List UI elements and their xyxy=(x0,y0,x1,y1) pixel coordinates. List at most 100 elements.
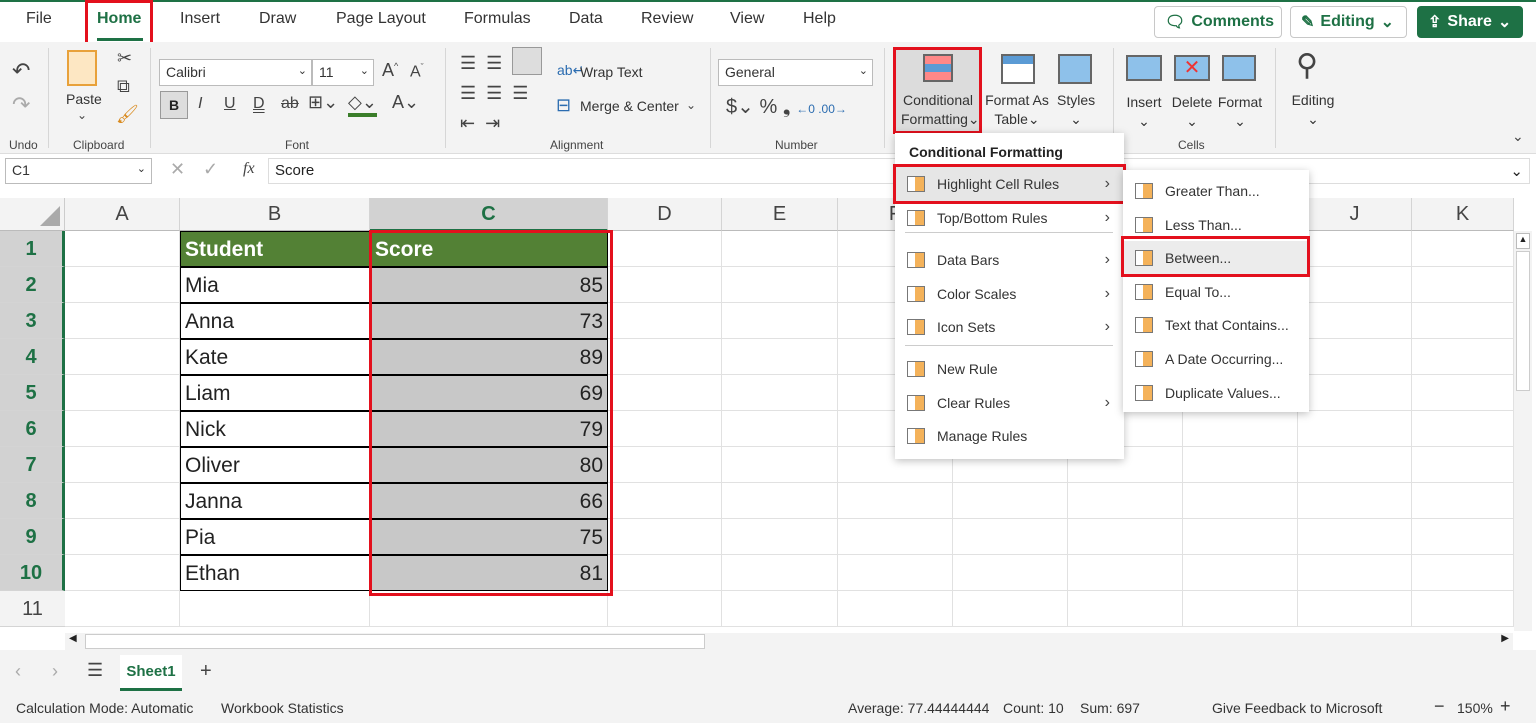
fill-color-icon[interactable]: ◇⌄ xyxy=(348,92,377,117)
prev-sheet-icon[interactable]: ‹ xyxy=(15,661,21,682)
number-format-icons[interactable]: $⌄ % ❟ ←0 .00→ xyxy=(726,94,847,119)
borders-icon[interactable]: ⊞⌄ xyxy=(308,92,338,113)
menu-item-color-scales[interactable]: Color Scales › xyxy=(895,277,1124,311)
copy-icon[interactable]: ⧉ xyxy=(117,76,130,97)
cell[interactable] xyxy=(953,555,1068,591)
double-underline-button[interactable]: D xyxy=(253,95,265,113)
cell[interactable] xyxy=(65,231,180,267)
redo-icon[interactable]: ↷ xyxy=(12,92,30,118)
cell[interactable] xyxy=(1183,519,1298,555)
insert-cells-button[interactable]: Insert ⌄ xyxy=(1125,93,1163,131)
student-cell[interactable]: Oliver xyxy=(180,447,370,483)
cell[interactable] xyxy=(722,339,838,375)
table-header-student[interactable]: Student xyxy=(180,231,370,267)
cell[interactable] xyxy=(1412,447,1514,483)
submenu-item-greater-than[interactable]: Greater Than... xyxy=(1123,174,1309,208)
score-cell[interactable]: 85 xyxy=(370,267,608,303)
cell[interactable] xyxy=(722,231,838,267)
cell[interactable] xyxy=(1412,339,1514,375)
student-cell[interactable]: Janna xyxy=(180,483,370,519)
tab-file[interactable]: File xyxy=(26,10,52,28)
cell[interactable] xyxy=(1298,339,1412,375)
score-cell[interactable]: 89 xyxy=(370,339,608,375)
comments-button[interactable]: 🗨 Comments xyxy=(1154,6,1282,38)
column-header-A[interactable]: A xyxy=(65,198,180,231)
sheet-list-icon[interactable]: ☰ xyxy=(87,660,103,681)
tab-data[interactable]: Data xyxy=(569,10,603,28)
underline-button[interactable]: U xyxy=(224,95,236,113)
column-header-K[interactable]: K xyxy=(1412,198,1514,231)
next-sheet-icon[interactable]: › xyxy=(52,661,58,682)
number-format-select[interactable]: General ⌄ xyxy=(718,59,873,86)
cell[interactable] xyxy=(1298,231,1412,267)
student-cell[interactable]: Mia xyxy=(180,267,370,303)
cell[interactable] xyxy=(838,519,953,555)
cell[interactable] xyxy=(1298,483,1412,519)
cell[interactable] xyxy=(65,339,180,375)
cell[interactable] xyxy=(608,591,722,627)
cell[interactable] xyxy=(722,555,838,591)
decrease-font-icon[interactable]: Aˇ xyxy=(410,62,424,81)
cell[interactable] xyxy=(608,411,722,447)
score-cell[interactable]: 80 xyxy=(370,447,608,483)
cell[interactable] xyxy=(608,375,722,411)
row-header-4[interactable]: 4 xyxy=(0,339,65,375)
horizontal-scrollbar[interactable]: ◀ ▶ xyxy=(65,633,1513,650)
cell[interactable] xyxy=(1183,411,1298,447)
cell[interactable] xyxy=(1298,267,1412,303)
row-header-1[interactable]: 1 xyxy=(0,231,65,267)
tab-insert[interactable]: Insert xyxy=(180,10,220,28)
format-cells-button[interactable]: Format ⌄ xyxy=(1216,93,1264,131)
cell[interactable] xyxy=(1412,267,1514,303)
calculation-mode[interactable]: Calculation Mode: Automatic xyxy=(16,700,193,716)
menu-item-new-rule[interactable]: New Rule xyxy=(895,352,1124,386)
cell[interactable] xyxy=(1298,375,1412,411)
menu-item-highlight-cell-rules[interactable]: Highlight Cell Rules › xyxy=(895,167,1124,201)
column-header-C[interactable]: C xyxy=(370,198,608,231)
cell[interactable] xyxy=(608,483,722,519)
cell[interactable] xyxy=(722,483,838,519)
cell[interactable] xyxy=(1412,303,1514,339)
bold-button[interactable]: B xyxy=(160,91,188,119)
cell[interactable] xyxy=(722,591,838,627)
cancel-icon[interactable]: ✕ xyxy=(170,159,185,180)
student-cell[interactable]: Pia xyxy=(180,519,370,555)
cell[interactable] xyxy=(65,447,180,483)
collapse-ribbon-icon[interactable]: ⌄ xyxy=(1512,128,1524,145)
score-cell[interactable]: 73 xyxy=(370,303,608,339)
font-color-icon[interactable]: A⌄ xyxy=(392,92,419,113)
bottom-align-button[interactable] xyxy=(512,47,542,75)
student-cell[interactable]: Ethan xyxy=(180,555,370,591)
delete-cells-button[interactable]: Delete ⌄ xyxy=(1170,93,1214,131)
menu-item-icon-sets[interactable]: Icon Sets › xyxy=(895,310,1124,344)
tab-view[interactable]: View xyxy=(730,10,764,28)
vertical-scrollbar[interactable]: ▲ xyxy=(1514,231,1532,631)
cell[interactable] xyxy=(1068,591,1183,627)
cell[interactable] xyxy=(65,375,180,411)
cell[interactable] xyxy=(608,303,722,339)
column-header-E[interactable]: E xyxy=(722,198,838,231)
submenu-item-between[interactable]: Between... xyxy=(1123,241,1309,276)
column-header-B[interactable]: B xyxy=(180,198,370,231)
cell[interactable] xyxy=(608,555,722,591)
paste-button[interactable]: Paste xyxy=(66,91,102,107)
cut-icon[interactable]: ✂ xyxy=(117,48,132,69)
cell[interactable] xyxy=(1298,591,1412,627)
cell[interactable] xyxy=(722,303,838,339)
font-size-select[interactable]: 11 ⌄ xyxy=(312,59,374,86)
editing-mode-button[interactable]: ✎ Editing ⌄ xyxy=(1290,6,1407,38)
zoom-out-icon[interactable]: − xyxy=(1434,696,1445,717)
share-button[interactable]: ⇪ Share ⌄ xyxy=(1417,6,1523,38)
cell[interactable] xyxy=(838,591,953,627)
cell[interactable] xyxy=(1412,519,1514,555)
cell[interactable] xyxy=(1068,519,1183,555)
cell[interactable] xyxy=(1412,411,1514,447)
row-header-7[interactable]: 7 xyxy=(0,447,65,483)
cell[interactable] xyxy=(722,267,838,303)
format-as-table-button[interactable]: Format As Table⌄ xyxy=(984,91,1050,129)
cell[interactable] xyxy=(1298,447,1412,483)
cell[interactable] xyxy=(608,231,722,267)
cell[interactable] xyxy=(608,267,722,303)
cell[interactable] xyxy=(1183,483,1298,519)
zoom-in-icon[interactable]: + xyxy=(1500,696,1511,717)
